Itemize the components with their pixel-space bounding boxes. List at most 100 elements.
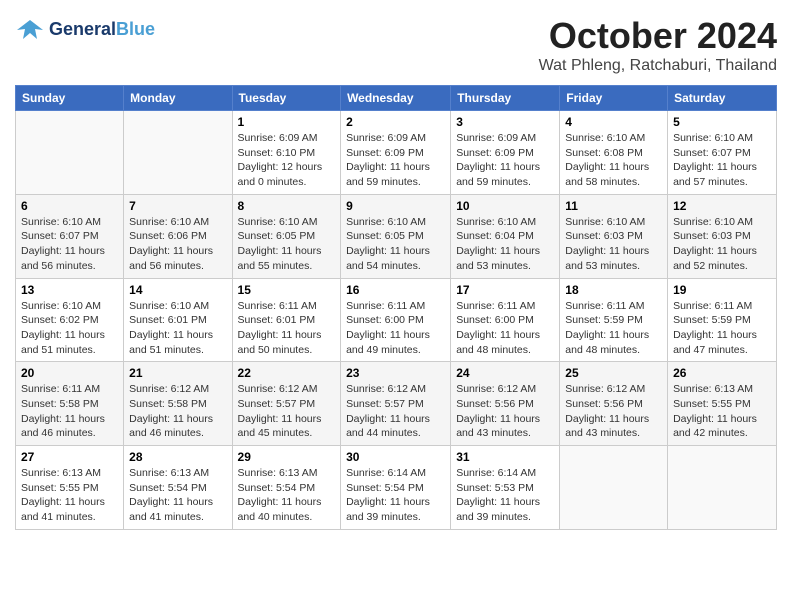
location-subtitle: Wat Phleng, Ratchaburi, Thailand [539, 57, 777, 75]
calendar-cell: 1 Sunrise: 6:09 AM Sunset: 6:10 PM Daylig… [232, 111, 341, 195]
day-number: 18 [565, 283, 662, 297]
day-number: 20 [21, 366, 118, 380]
day-number: 1 [238, 115, 336, 129]
calendar-header: SundayMondayTuesdayWednesdayThursdayFrid… [16, 86, 777, 111]
calendar-cell [668, 446, 777, 530]
day-number: 30 [346, 450, 445, 464]
calendar-body: 1 Sunrise: 6:09 AM Sunset: 6:10 PM Daylig… [16, 111, 777, 530]
day-info: Sunrise: 6:12 AM Sunset: 5:57 PM Dayligh… [238, 382, 336, 441]
day-number: 8 [238, 199, 336, 213]
day-number: 24 [456, 366, 554, 380]
day-info: Sunrise: 6:13 AM Sunset: 5:54 PM Dayligh… [129, 466, 226, 525]
month-title: October 2024 [539, 15, 777, 57]
calendar-cell: 19 Sunrise: 6:11 AM Sunset: 5:59 PM Dayli… [668, 278, 777, 362]
day-header: Thursday [451, 86, 560, 111]
calendar-cell: 26 Sunrise: 6:13 AM Sunset: 5:55 PM Dayli… [668, 362, 777, 446]
day-info: Sunrise: 6:10 AM Sunset: 6:07 PM Dayligh… [21, 215, 118, 274]
day-number: 10 [456, 199, 554, 213]
day-info: Sunrise: 6:13 AM Sunset: 5:54 PM Dayligh… [238, 466, 336, 525]
calendar-week: 6 Sunrise: 6:10 AM Sunset: 6:07 PM Daylig… [16, 194, 777, 278]
day-info: Sunrise: 6:11 AM Sunset: 5:58 PM Dayligh… [21, 382, 118, 441]
calendar-table: SundayMondayTuesdayWednesdayThursdayFrid… [15, 85, 777, 530]
calendar-cell: 24 Sunrise: 6:12 AM Sunset: 5:56 PM Dayli… [451, 362, 560, 446]
day-info: Sunrise: 6:12 AM Sunset: 5:57 PM Dayligh… [346, 382, 445, 441]
calendar-cell: 3Sunrise: 6:09 AM Sunset: 6:09 PM Daylig… [451, 111, 560, 195]
day-number: 19 [673, 283, 771, 297]
day-info: Sunrise: 6:10 AM Sunset: 6:08 PM Dayligh… [565, 131, 662, 190]
day-info: Sunrise: 6:10 AM Sunset: 6:05 PM Dayligh… [346, 215, 445, 274]
calendar-cell: 21Sunrise: 6:12 AM Sunset: 5:58 PM Dayli… [124, 362, 232, 446]
calendar-week: 27 Sunrise: 6:13 AM Sunset: 5:55 PM Dayli… [16, 446, 777, 530]
logo-icon [15, 15, 45, 45]
day-number: 28 [129, 450, 226, 464]
calendar-cell: 17 Sunrise: 6:11 AM Sunset: 6:00 PM Dayli… [451, 278, 560, 362]
day-info: Sunrise: 6:12 AM Sunset: 5:56 PM Dayligh… [565, 382, 662, 441]
day-info: Sunrise: 6:11 AM Sunset: 6:00 PM Dayligh… [346, 299, 445, 358]
calendar-cell: 16 Sunrise: 6:11 AM Sunset: 6:00 PM Dayli… [341, 278, 451, 362]
day-info: Sunrise: 6:11 AM Sunset: 5:59 PM Dayligh… [673, 299, 771, 358]
calendar-cell [560, 446, 668, 530]
day-number: 13 [21, 283, 118, 297]
calendar-cell: 18 Sunrise: 6:11 AM Sunset: 5:59 PM Dayli… [560, 278, 668, 362]
day-number: 15 [238, 283, 336, 297]
day-info: Sunrise: 6:11 AM Sunset: 5:59 PM Dayligh… [565, 299, 662, 358]
day-number: 7 [129, 199, 226, 213]
calendar-cell: 6 Sunrise: 6:10 AM Sunset: 6:07 PM Daylig… [16, 194, 124, 278]
calendar-cell: 15 Sunrise: 6:11 AM Sunset: 6:01 PM Dayli… [232, 278, 341, 362]
day-number: 12 [673, 199, 771, 213]
calendar-cell: 30 Sunrise: 6:14 AM Sunset: 5:54 PM Dayli… [341, 446, 451, 530]
day-number: 27 [21, 450, 118, 464]
day-info: Sunrise: 6:11 AM Sunset: 6:00 PM Dayligh… [456, 299, 554, 358]
day-info: Sunrise: 6:13 AM Sunset: 5:55 PM Dayligh… [673, 382, 771, 441]
day-header: Sunday [16, 86, 124, 111]
calendar-cell [16, 111, 124, 195]
day-info: Sunrise: 6:14 AM Sunset: 5:54 PM Dayligh… [346, 466, 445, 525]
calendar-cell: 7 Sunrise: 6:10 AM Sunset: 6:06 PM Daylig… [124, 194, 232, 278]
day-info: Sunrise: 6:10 AM Sunset: 6:05 PM Dayligh… [238, 215, 336, 274]
calendar-cell: 20 Sunrise: 6:11 AM Sunset: 5:58 PM Dayli… [16, 362, 124, 446]
day-number: 5 [673, 115, 771, 129]
day-number: 11 [565, 199, 662, 213]
day-info: Sunrise: 6:09 AM Sunset: 6:09 PM Dayligh… [456, 131, 554, 190]
calendar-cell: 14Sunrise: 6:10 AM Sunset: 6:01 PM Dayli… [124, 278, 232, 362]
calendar-cell: 4Sunrise: 6:10 AM Sunset: 6:08 PM Daylig… [560, 111, 668, 195]
calendar-cell: 23 Sunrise: 6:12 AM Sunset: 5:57 PM Dayli… [341, 362, 451, 446]
calendar-cell: 8 Sunrise: 6:10 AM Sunset: 6:05 PM Daylig… [232, 194, 341, 278]
calendar-cell: 27 Sunrise: 6:13 AM Sunset: 5:55 PM Dayli… [16, 446, 124, 530]
day-info: Sunrise: 6:10 AM Sunset: 6:06 PM Dayligh… [129, 215, 226, 274]
day-number: 22 [238, 366, 336, 380]
calendar-cell: 11 Sunrise: 6:10 AM Sunset: 6:03 PM Dayli… [560, 194, 668, 278]
calendar-cell: 31Sunrise: 6:14 AM Sunset: 5:53 PM Dayli… [451, 446, 560, 530]
calendar-cell: 29 Sunrise: 6:13 AM Sunset: 5:54 PM Dayli… [232, 446, 341, 530]
day-info: Sunrise: 6:10 AM Sunset: 6:04 PM Dayligh… [456, 215, 554, 274]
day-number: 25 [565, 366, 662, 380]
day-info: Sunrise: 6:09 AM Sunset: 6:09 PM Dayligh… [346, 131, 445, 190]
day-info: Sunrise: 6:13 AM Sunset: 5:55 PM Dayligh… [21, 466, 118, 525]
day-number: 9 [346, 199, 445, 213]
calendar-cell: 9 Sunrise: 6:10 AM Sunset: 6:05 PM Daylig… [341, 194, 451, 278]
day-header: Monday [124, 86, 232, 111]
day-info: Sunrise: 6:11 AM Sunset: 6:01 PM Dayligh… [238, 299, 336, 358]
day-info: Sunrise: 6:12 AM Sunset: 5:56 PM Dayligh… [456, 382, 554, 441]
day-number: 23 [346, 366, 445, 380]
calendar-cell: 28 Sunrise: 6:13 AM Sunset: 5:54 PM Dayli… [124, 446, 232, 530]
day-number: 16 [346, 283, 445, 297]
day-number: 26 [673, 366, 771, 380]
calendar-cell: 2 Sunrise: 6:09 AM Sunset: 6:09 PM Daylig… [341, 111, 451, 195]
day-number: 2 [346, 115, 445, 129]
calendar-cell [124, 111, 232, 195]
day-header: Friday [560, 86, 668, 111]
day-number: 21 [129, 366, 226, 380]
day-number: 31 [456, 450, 554, 464]
calendar-cell: 25 Sunrise: 6:12 AM Sunset: 5:56 PM Dayli… [560, 362, 668, 446]
calendar-cell: 13 Sunrise: 6:10 AM Sunset: 6:02 PM Dayli… [16, 278, 124, 362]
day-info: Sunrise: 6:10 AM Sunset: 6:07 PM Dayligh… [673, 131, 771, 190]
day-number: 14 [129, 283, 226, 297]
day-info: Sunrise: 6:09 AM Sunset: 6:10 PM Dayligh… [238, 131, 336, 190]
day-number: 29 [238, 450, 336, 464]
calendar-cell: 12Sunrise: 6:10 AM Sunset: 6:03 PM Dayli… [668, 194, 777, 278]
day-info: Sunrise: 6:10 AM Sunset: 6:03 PM Dayligh… [565, 215, 662, 274]
day-info: Sunrise: 6:10 AM Sunset: 6:02 PM Dayligh… [21, 299, 118, 358]
day-number: 17 [456, 283, 554, 297]
day-number: 6 [21, 199, 118, 213]
